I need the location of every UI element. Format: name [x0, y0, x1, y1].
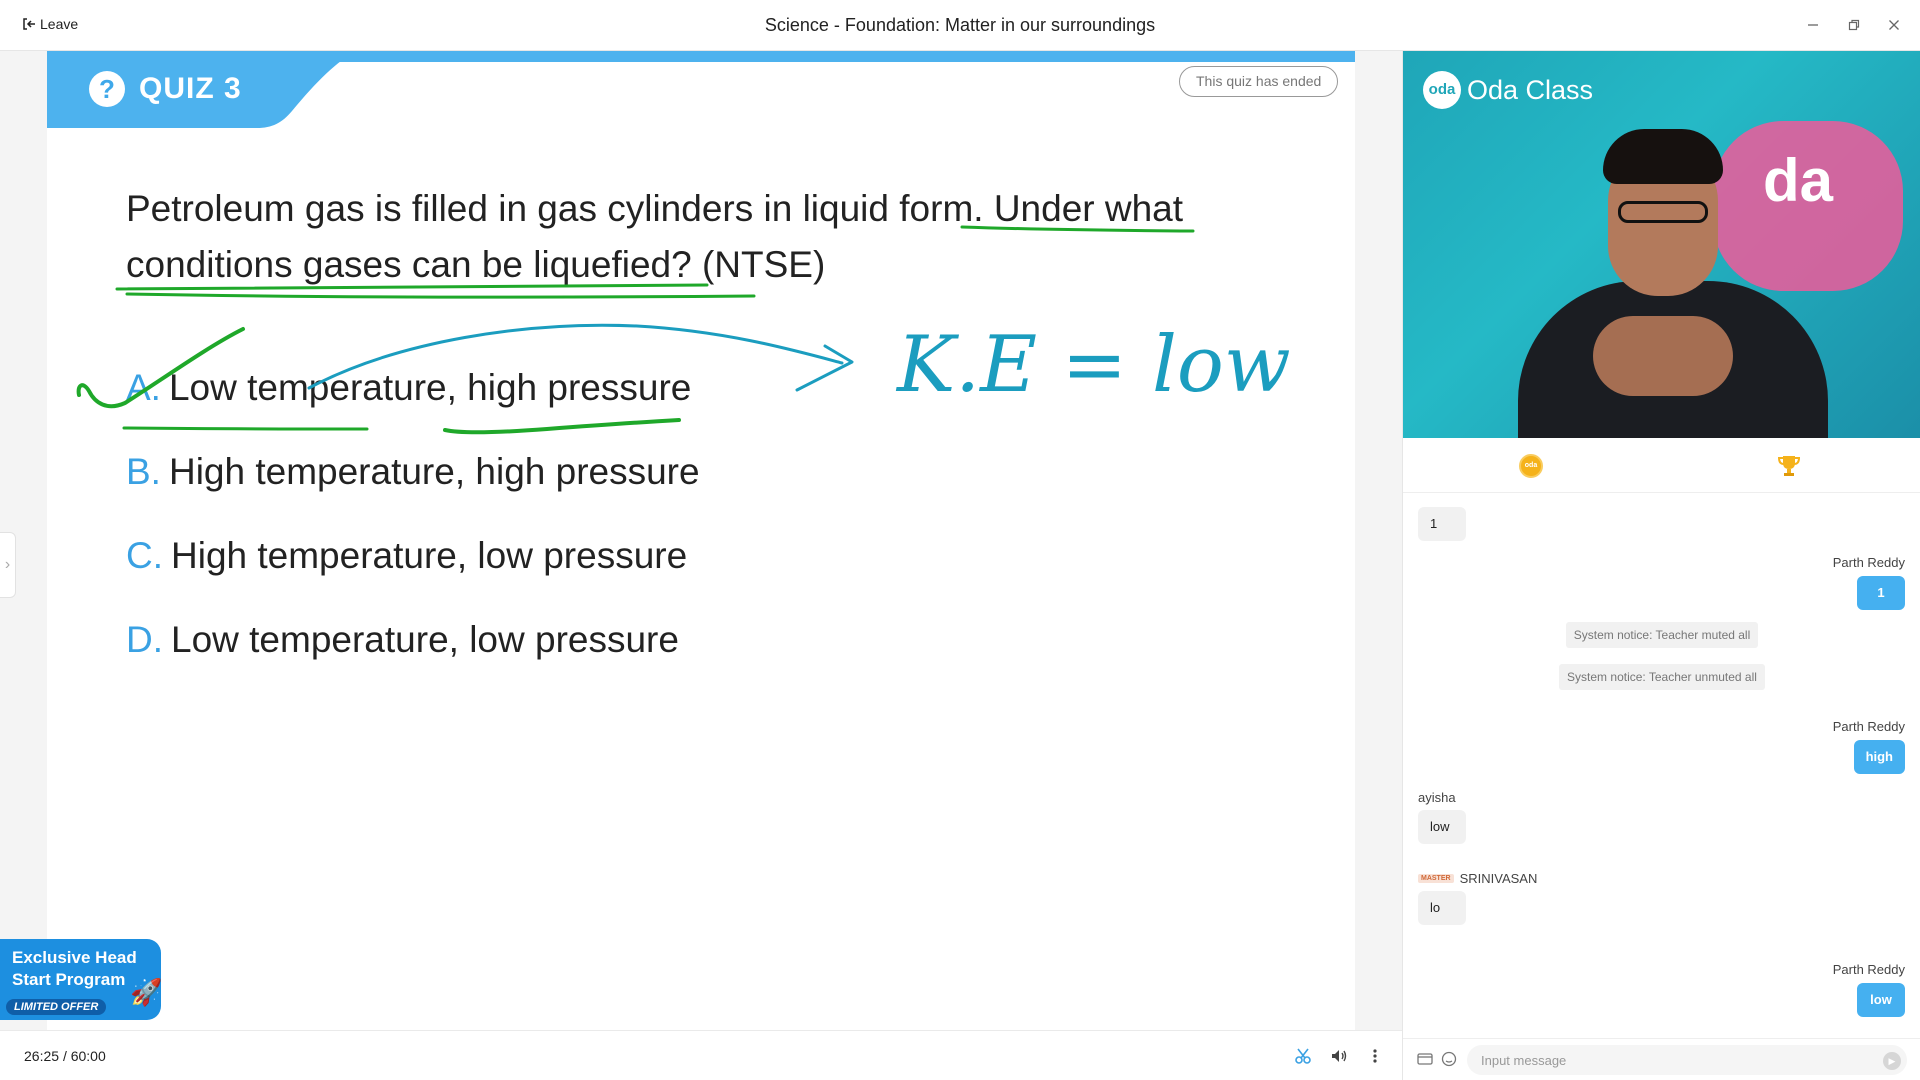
chat-message: lo	[1418, 891, 1466, 925]
chat-sender: Parth Reddy	[1832, 719, 1905, 734]
quiz-slide: ? QUIZ 3 This quiz has ended Petroleum g…	[47, 51, 1355, 1030]
more-options-button[interactable]	[1362, 1043, 1388, 1069]
chat-sender: ayisha	[1418, 790, 1456, 805]
more-vertical-icon	[1373, 1049, 1377, 1063]
scissors-button[interactable]	[1290, 1043, 1316, 1069]
brand-name: Oda Class	[1467, 74, 1594, 105]
restore-icon	[1848, 19, 1860, 31]
minimize-button[interactable]	[1802, 14, 1824, 36]
system-notice: System notice: Teacher unmuted all	[1403, 664, 1920, 690]
teacher-hair	[1603, 129, 1723, 184]
send-button[interactable]: ▶	[1883, 1052, 1901, 1070]
promo-title-line1: Exclusive Head	[12, 948, 137, 967]
volume-icon	[1332, 1050, 1347, 1062]
emoji-icon	[1441, 1051, 1457, 1067]
underline-question-1	[960, 225, 1195, 233]
coin-icon: oda	[1519, 454, 1543, 478]
send-icon: ▶	[1888, 1056, 1896, 1066]
chat-sender: Parth Reddy	[1832, 962, 1905, 977]
class-timer: 26:25 / 60:00	[24, 1048, 106, 1064]
promo-title-line2: Start Program	[12, 970, 126, 989]
chat-sender: MASTER SRINIVASAN	[1418, 871, 1537, 886]
checkmark	[76, 327, 245, 409]
underline-option-a-1	[122, 426, 369, 431]
chat-message: high	[1853, 740, 1905, 774]
player-bar: 26:25 / 60:00	[0, 1030, 1402, 1080]
leave-label: Leave	[40, 16, 79, 32]
total-time: 60:00	[70, 1048, 106, 1064]
trophy-icon	[1777, 456, 1801, 476]
chat-message: 1	[1418, 507, 1466, 541]
teacher-glasses	[1618, 201, 1708, 223]
minimize-icon	[1808, 24, 1818, 26]
chat-message: low	[1857, 983, 1905, 1017]
right-panel: da oda Oda Class oda 1 Parth Reddy 1 Sys…	[1402, 51, 1920, 1080]
close-button[interactable]	[1883, 14, 1905, 36]
chevron-right-icon: ›	[4, 556, 11, 573]
chat-input-bar: ▶	[1403, 1038, 1920, 1080]
video-brand: oda Oda Class	[1423, 71, 1593, 109]
leave-icon	[23, 18, 35, 30]
emoji-button[interactable]	[1439, 1049, 1459, 1069]
oda-logo: oda	[1423, 71, 1461, 109]
teacher-video: da oda Oda Class	[1403, 51, 1920, 438]
title-bar: Leave Science - Foundation: Matter in ou…	[0, 0, 1920, 51]
master-badge: MASTER	[1418, 874, 1454, 883]
notice-text: System notice: Teacher unmuted all	[1559, 664, 1765, 690]
tab-coins[interactable]: oda	[1517, 452, 1545, 480]
rocket-icon: 🚀	[130, 977, 161, 1007]
side-panel-toggle[interactable]: ›	[0, 532, 16, 598]
sender-name: SRINIVASAN	[1459, 871, 1538, 886]
time-separator: /	[62, 1048, 67, 1064]
chat-sender: Parth Reddy	[1832, 555, 1905, 570]
chat-message: 1	[1857, 576, 1905, 610]
close-icon	[1889, 20, 1899, 30]
handwritten-note: K.E = low	[895, 320, 1291, 410]
system-notice: System notice: Teacher muted all	[1403, 622, 1920, 648]
sender-name: ayisha	[1418, 790, 1456, 805]
restore-button[interactable]	[1843, 14, 1865, 36]
underline-option-a-2	[443, 418, 681, 435]
panel-tabs: oda	[1403, 438, 1920, 493]
scissors-icon	[1295, 1048, 1311, 1064]
notice-text: System notice: Teacher muted all	[1565, 622, 1759, 648]
chat-list: 1 Parth Reddy 1 System notice: Teacher m…	[1403, 493, 1920, 1038]
message-input[interactable]	[1467, 1045, 1907, 1075]
card-button[interactable]	[1415, 1049, 1435, 1069]
volume-button[interactable]	[1326, 1043, 1352, 1069]
card-icon	[1417, 1053, 1433, 1065]
arrow-curve	[307, 323, 844, 390]
video-backdrop-text: da	[1763, 147, 1834, 214]
underline-question-3	[125, 292, 756, 299]
handwritten-annotations: K.E = low	[76, 225, 1291, 435]
chat-message: low	[1418, 810, 1466, 844]
tab-leaderboard[interactable]	[1775, 452, 1803, 480]
promo-banner[interactable]: Exclusive Head Start Program LIMITED OFF…	[0, 939, 161, 1020]
promo-offer-badge: LIMITED OFFER	[6, 999, 107, 1015]
leave-button[interactable]: Leave	[22, 16, 78, 32]
underline-question-2	[115, 283, 709, 291]
window-title: Science - Foundation: Matter in our surr…	[764, 15, 1156, 35]
teacher-hands	[1593, 316, 1733, 396]
elapsed-time: 26:25	[24, 1048, 60, 1064]
